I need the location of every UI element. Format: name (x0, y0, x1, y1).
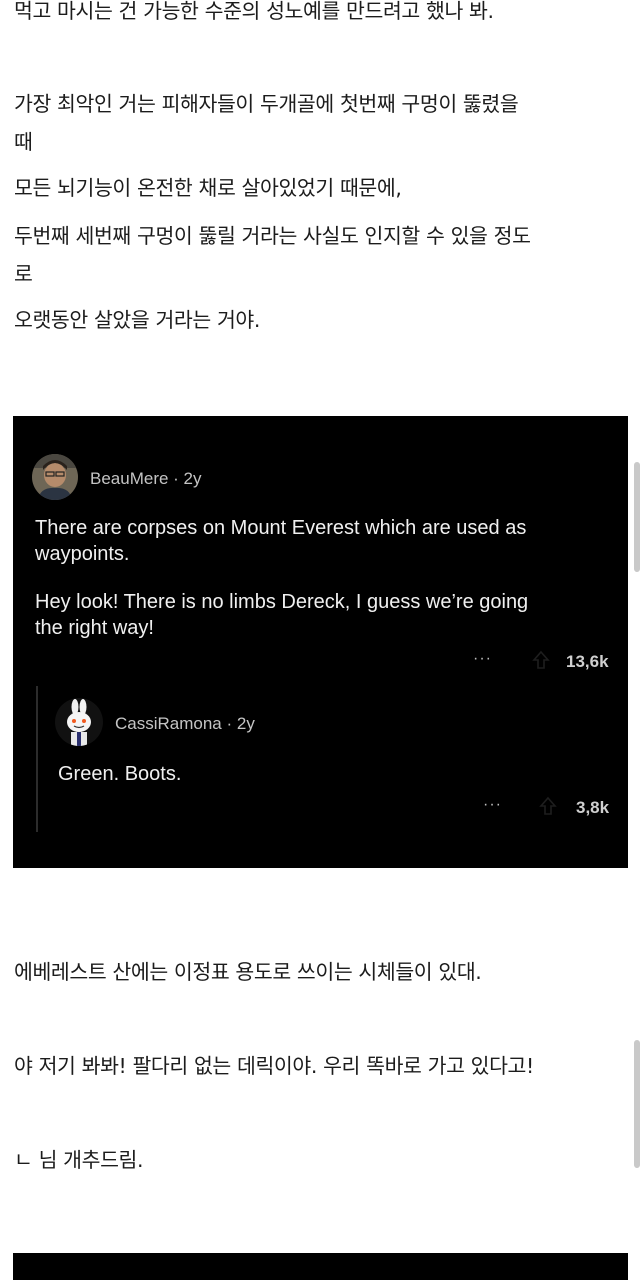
vote-count: 3,8k (576, 798, 610, 817)
translation-line: 에베레스트 산에는 이정표 용도로 쓰이는 시체들이 있대. (14, 960, 482, 984)
user-photo-avatar-icon[interactable] (32, 454, 78, 500)
username[interactable]: BeauMere (90, 469, 168, 488)
comment-age: · 2y (168, 469, 202, 488)
comment-author-cassiramona[interactable]: CassiRamona · 2y (115, 714, 255, 734)
bunny-avatar-icon[interactable] (55, 698, 103, 746)
comment-text-line: There are corpses on Mount Everest which… (35, 517, 527, 539)
upvote-arrow-icon[interactable] (539, 796, 557, 816)
article-paragraph-line: 로 (14, 262, 33, 286)
article-paragraph-line: 모든 뇌기능이 온전한 채로 살아있었기 때문에, (14, 176, 402, 200)
embedded-comment-screenshot (13, 1253, 628, 1280)
scrollbar-thumb[interactable] (634, 462, 640, 572)
comment-age: · 2y (221, 714, 255, 733)
scrollbar-thumb[interactable] (634, 1040, 640, 1168)
comment-text-line: Hey look! There is no limbs Dereck, I gu… (35, 591, 529, 613)
article-paragraph-line: 두번째 세번째 구멍이 뚫릴 거라는 사실도 인지할 수 있을 정도 (14, 224, 531, 248)
article-text-top: 먹고 마시는 건 가능한 수준의 성노예를 만드려고 했나 봐. (14, 0, 494, 23)
embedded-comment-screenshot: BeauMere · 2y There are corpses on Mount… (13, 416, 628, 868)
translation-line: 야 저기 봐봐! 팔다리 없는 데릭이야. 우리 똑바로 가고 있다고! (14, 1054, 534, 1078)
upvote-arrow-icon[interactable] (532, 650, 550, 670)
vote-count: 13,6k (566, 652, 609, 671)
comment-text-line: the right way! (35, 617, 154, 639)
article-paragraph-line: 가장 최악인 거는 피해자들이 두개골에 첫번째 구멍이 뚫렸을 (14, 92, 519, 116)
comment-text-line: waypoints. (35, 543, 130, 565)
comment-text-line: Green. Boots. (58, 763, 182, 785)
username[interactable]: CassiRamona (115, 714, 222, 733)
more-options-icon[interactable]: ··· (483, 796, 502, 814)
more-options-icon[interactable]: ··· (473, 650, 492, 668)
translation-line: ㄴ 님 개추드림. (14, 1148, 144, 1172)
thread-line (36, 686, 38, 832)
article-paragraph-line: 때 (14, 130, 33, 154)
article-paragraph-line: 오랫동안 살았을 거라는 거야. (14, 308, 260, 332)
comment-author-beaumere[interactable]: BeauMere · 2y (90, 469, 202, 489)
